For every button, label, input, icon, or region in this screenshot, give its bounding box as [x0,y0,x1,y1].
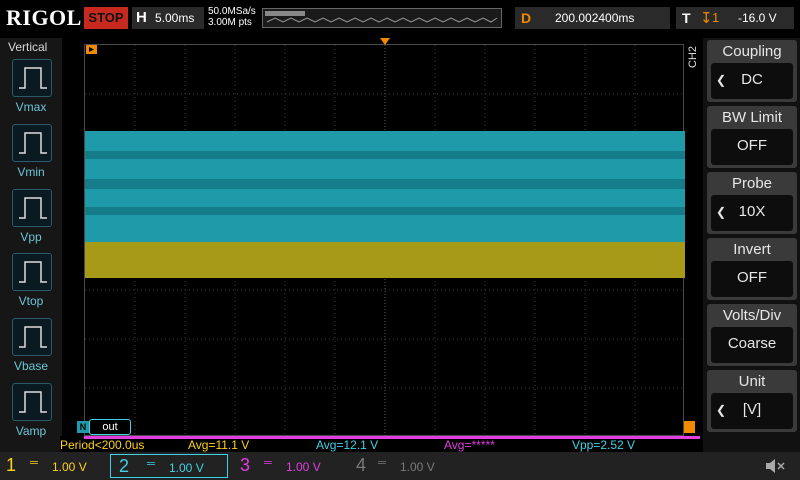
trigger-time-marker-icon[interactable] [380,38,390,46]
ch2-noise-bands [85,151,685,215]
volts-div-menu-item[interactable]: Volts/Div Coarse [707,304,797,366]
measure-panel-title: Vertical [8,40,48,54]
waveform-display[interactable]: N out [77,38,695,437]
vbase-icon [19,326,47,348]
trigger-position-marker-icon[interactable] [86,45,98,57]
vtop-icon [19,261,47,283]
ch1-trigger-source-icon: 1 [712,10,720,25]
probe-value: 10X [738,203,766,220]
ch2-ground-marker[interactable]: N [77,421,89,433]
ch4-status[interactable]: 4 ═ 1.00 V [350,454,458,478]
ch1-dc-coupling-icon: ═ [30,457,38,469]
ch4-number: 4 [356,455,367,475]
ch2-scale: 1.00 V [169,461,204,475]
vmax-icon [19,67,47,89]
vmin-icon [19,132,47,154]
brand-logo: RIGOL [6,5,82,30]
vbase-label: Vbase [13,359,49,373]
vbase-button[interactable] [12,318,52,356]
ch3-status[interactable]: 3 ═ 1.00 V [234,454,342,478]
avg-ch3-measurement[interactable]: Avg=***** [444,438,568,452]
ch2-dc-coupling-icon: ═ [147,458,155,470]
trigger-level: -16.0 V [738,11,777,25]
trigger-key: T [682,10,691,26]
period-measurement[interactable]: Period<200.0us [60,438,184,452]
ch2-number: 2 [119,456,130,476]
probe-menu-item[interactable]: Probe ❮ 10X [707,172,797,234]
ch1-scale: 1.00 V [52,460,87,474]
vpp-button[interactable] [12,189,52,227]
unit-title: Unit [738,373,766,390]
vamp-button[interactable] [12,383,52,421]
vpp-measurement[interactable]: Vpp=2.52 V [572,438,696,452]
delay-key: D [521,10,532,26]
ch1-status[interactable]: 1 ═ 1.00 V [0,454,108,478]
channel-menu-tag: CH2 [687,45,699,68]
trigger-level-marker-icon[interactable] [684,421,696,435]
sample-rate: 50.0MSa/s [208,6,256,17]
vmax-button[interactable] [12,59,52,97]
vtop-button[interactable] [12,253,52,291]
horizontal-key: H [136,9,147,26]
invert-value-box: OFF [711,261,793,297]
vpp-icon [19,197,47,219]
ch4-dc-coupling-icon: ═ [378,457,386,469]
memory-overview-strip [262,8,502,28]
ch3-number: 3 [240,455,251,475]
channel-bar: 1 ═ 1.00 V 2 ═ 1.00 V 3 ═ 1.00 V 4 ═ 1.0… [0,452,800,480]
ch3-dc-coupling-icon: ═ [264,457,272,469]
acquisition-info: 50.0MSa/s 3.00M pts [208,6,256,28]
volts-div-title: Volts/Div [722,307,782,324]
memory-waveform-icon [265,11,498,23]
coupling-value: DC [741,71,763,88]
delay-box[interactable]: D 200.002400ms [515,7,670,29]
bw-limit-value-box: OFF [711,129,793,165]
timebase-value: 5.00ms [155,11,195,25]
vpp-label: Vpp [20,230,42,244]
bw-limit-title: BW Limit [722,109,782,126]
channel-label-tag[interactable]: out [89,419,131,435]
timebase-box[interactable]: H 5.00ms [132,7,204,29]
bw-limit-menu-item[interactable]: BW Limit OFF [707,106,797,168]
delay-value: 200.002400ms [555,11,635,25]
coupling-title: Coupling [722,43,782,60]
ch2-status[interactable]: 2 ═ 1.00 V [110,454,228,478]
vamp-label: Vamp [15,424,47,438]
ch1-number: 1 [6,455,17,475]
measurement-results: Period<200.0us Avg=11.1 V Avg=12.1 V Avg… [60,436,700,452]
coupling-menu-item[interactable]: Coupling ❮ DC [707,40,797,102]
volts-div-value: Coarse [727,335,777,352]
invert-title: Invert [733,241,771,258]
vamp-icon [19,391,47,413]
unit-menu-item[interactable]: Unit ❮ [V] [707,370,797,432]
speaker-muted-icon[interactable] [764,457,786,475]
vtop-label: Vtop [18,294,44,308]
volts-div-value-box: Coarse [711,327,793,363]
ch3-scale: 1.00 V [286,460,321,474]
coupling-value-box: ❮ DC [711,63,793,99]
memory-depth: 3.00M pts [208,17,252,28]
probe-title: Probe [731,175,773,192]
probe-value-box: ❮ 10X [711,195,793,231]
avg-ch2-measurement[interactable]: Avg=12.1 V [316,438,440,452]
bw-limit-value: OFF [737,137,767,154]
run-stop-status[interactable]: STOP [84,7,128,29]
invert-value: OFF [737,269,767,286]
avg-ch1-measurement[interactable]: Avg=11.1 V [188,438,312,452]
ch4-scale: 1.00 V [400,460,435,474]
unit-value-box: ❮ [V] [711,393,793,429]
vmin-button[interactable] [12,124,52,162]
measure-panel: Vertical Vmax Vmin Vpp Vtop Vbase Vamp [0,38,62,452]
top-status-bar: RIGOL STOP H 5.00ms 50.0MSa/s 3.00M pts … [0,0,800,38]
vmax-label: Vmax [15,100,47,114]
ch1-trace [85,242,685,278]
unit-value: [V] [742,401,762,418]
invert-menu-item[interactable]: Invert OFF [707,238,797,300]
channel-menu: Coupling ❮ DC BW Limit OFF Probe ❮ 10X I… [703,38,800,452]
trigger-box[interactable]: T ↧ 1 -16.0 V [676,7,794,29]
edge-trigger-icon: ↧ [700,10,713,27]
vmin-label: Vmin [17,165,45,179]
